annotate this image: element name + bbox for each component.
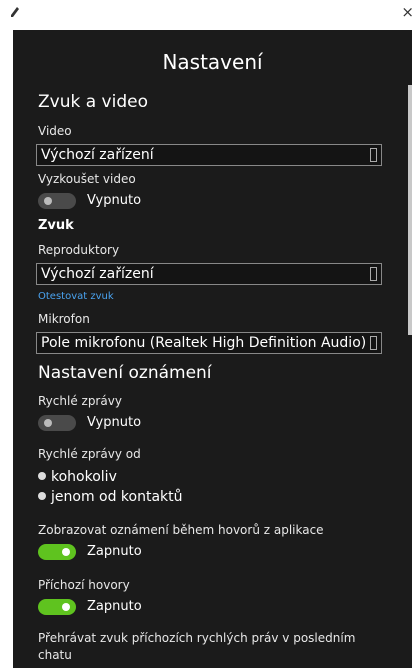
incoming-calls-state: Zapnuto [87, 599, 142, 614]
quick-messages-label: Rychlé zprávy [38, 394, 122, 408]
toggle-knob [44, 419, 52, 427]
radio-contacts-label: jenom od kontaktů [51, 489, 183, 505]
test-video-state: Vypnuto [87, 193, 142, 208]
section-heading-sound-video: Zvuk a video [38, 92, 148, 112]
toggle-knob [62, 603, 70, 611]
quick-messages-state: Vypnuto [87, 415, 142, 430]
show-during-calls-label: Zobrazovat oznámení během hovorů z aplik… [38, 523, 324, 537]
section-heading-notifications: Nastavení oznámení [38, 363, 212, 383]
speakers-label: Reproduktory [38, 243, 120, 257]
settings-panel: Nastavení Zvuk a video Video Výchozí zař… [13, 30, 412, 668]
incoming-calls-label: Příchozí hovory [38, 578, 130, 592]
test-video-toggle[interactable] [38, 193, 76, 209]
video-device-select[interactable]: Výchozí zařízení [36, 144, 382, 166]
dropdown-arrow-icon [370, 148, 377, 162]
radio-dot-icon [38, 472, 46, 480]
incoming-calls-toggle[interactable] [38, 599, 76, 615]
page-title: Nastavení [162, 50, 263, 74]
show-during-calls-state: Zapnuto [87, 544, 142, 559]
scrollbar[interactable] [408, 85, 412, 335]
quick-messages-from-label: Rychlé zprávy od [38, 447, 141, 461]
title-bar: × [0, 0, 412, 30]
pen-icon [11, 7, 19, 17]
speakers-device-select[interactable]: Výchozí zařízení [36, 263, 382, 285]
dropdown-arrow-icon [370, 267, 377, 281]
play-sound-label-line1: Přehrávat zvuk příchozích rychlých práv … [38, 631, 356, 645]
video-device-value: Výchozí zařízení [41, 147, 154, 163]
quick-messages-toggle[interactable] [38, 415, 76, 431]
play-sound-label-line2: chatu [38, 648, 72, 662]
mic-device-select[interactable]: Pole mikrofonu (Realtek High Definition … [36, 332, 382, 354]
video-label: Video [38, 124, 72, 138]
mic-device-value: Pole mikrofonu (Realtek High Definition … [41, 335, 367, 351]
close-button[interactable]: × [401, 5, 412, 20]
speakers-device-value: Výchozí zařízení [41, 266, 154, 282]
toggle-knob [44, 197, 52, 205]
radio-anyone[interactable]: kohokoliv [38, 469, 117, 485]
dropdown-arrow-icon [370, 336, 377, 350]
test-sound-link[interactable]: Otestovat zvuk [38, 291, 114, 302]
toggle-knob [62, 548, 70, 556]
test-video-label: Vyzkoušet video [38, 172, 136, 186]
radio-contacts-only[interactable]: jenom od kontaktů [38, 489, 183, 505]
radio-dot-icon [38, 492, 46, 500]
show-during-calls-toggle[interactable] [38, 544, 76, 560]
mic-label: Mikrofon [38, 312, 90, 326]
sound-heading: Zvuk [38, 218, 74, 233]
radio-anyone-label: kohokoliv [51, 469, 117, 485]
